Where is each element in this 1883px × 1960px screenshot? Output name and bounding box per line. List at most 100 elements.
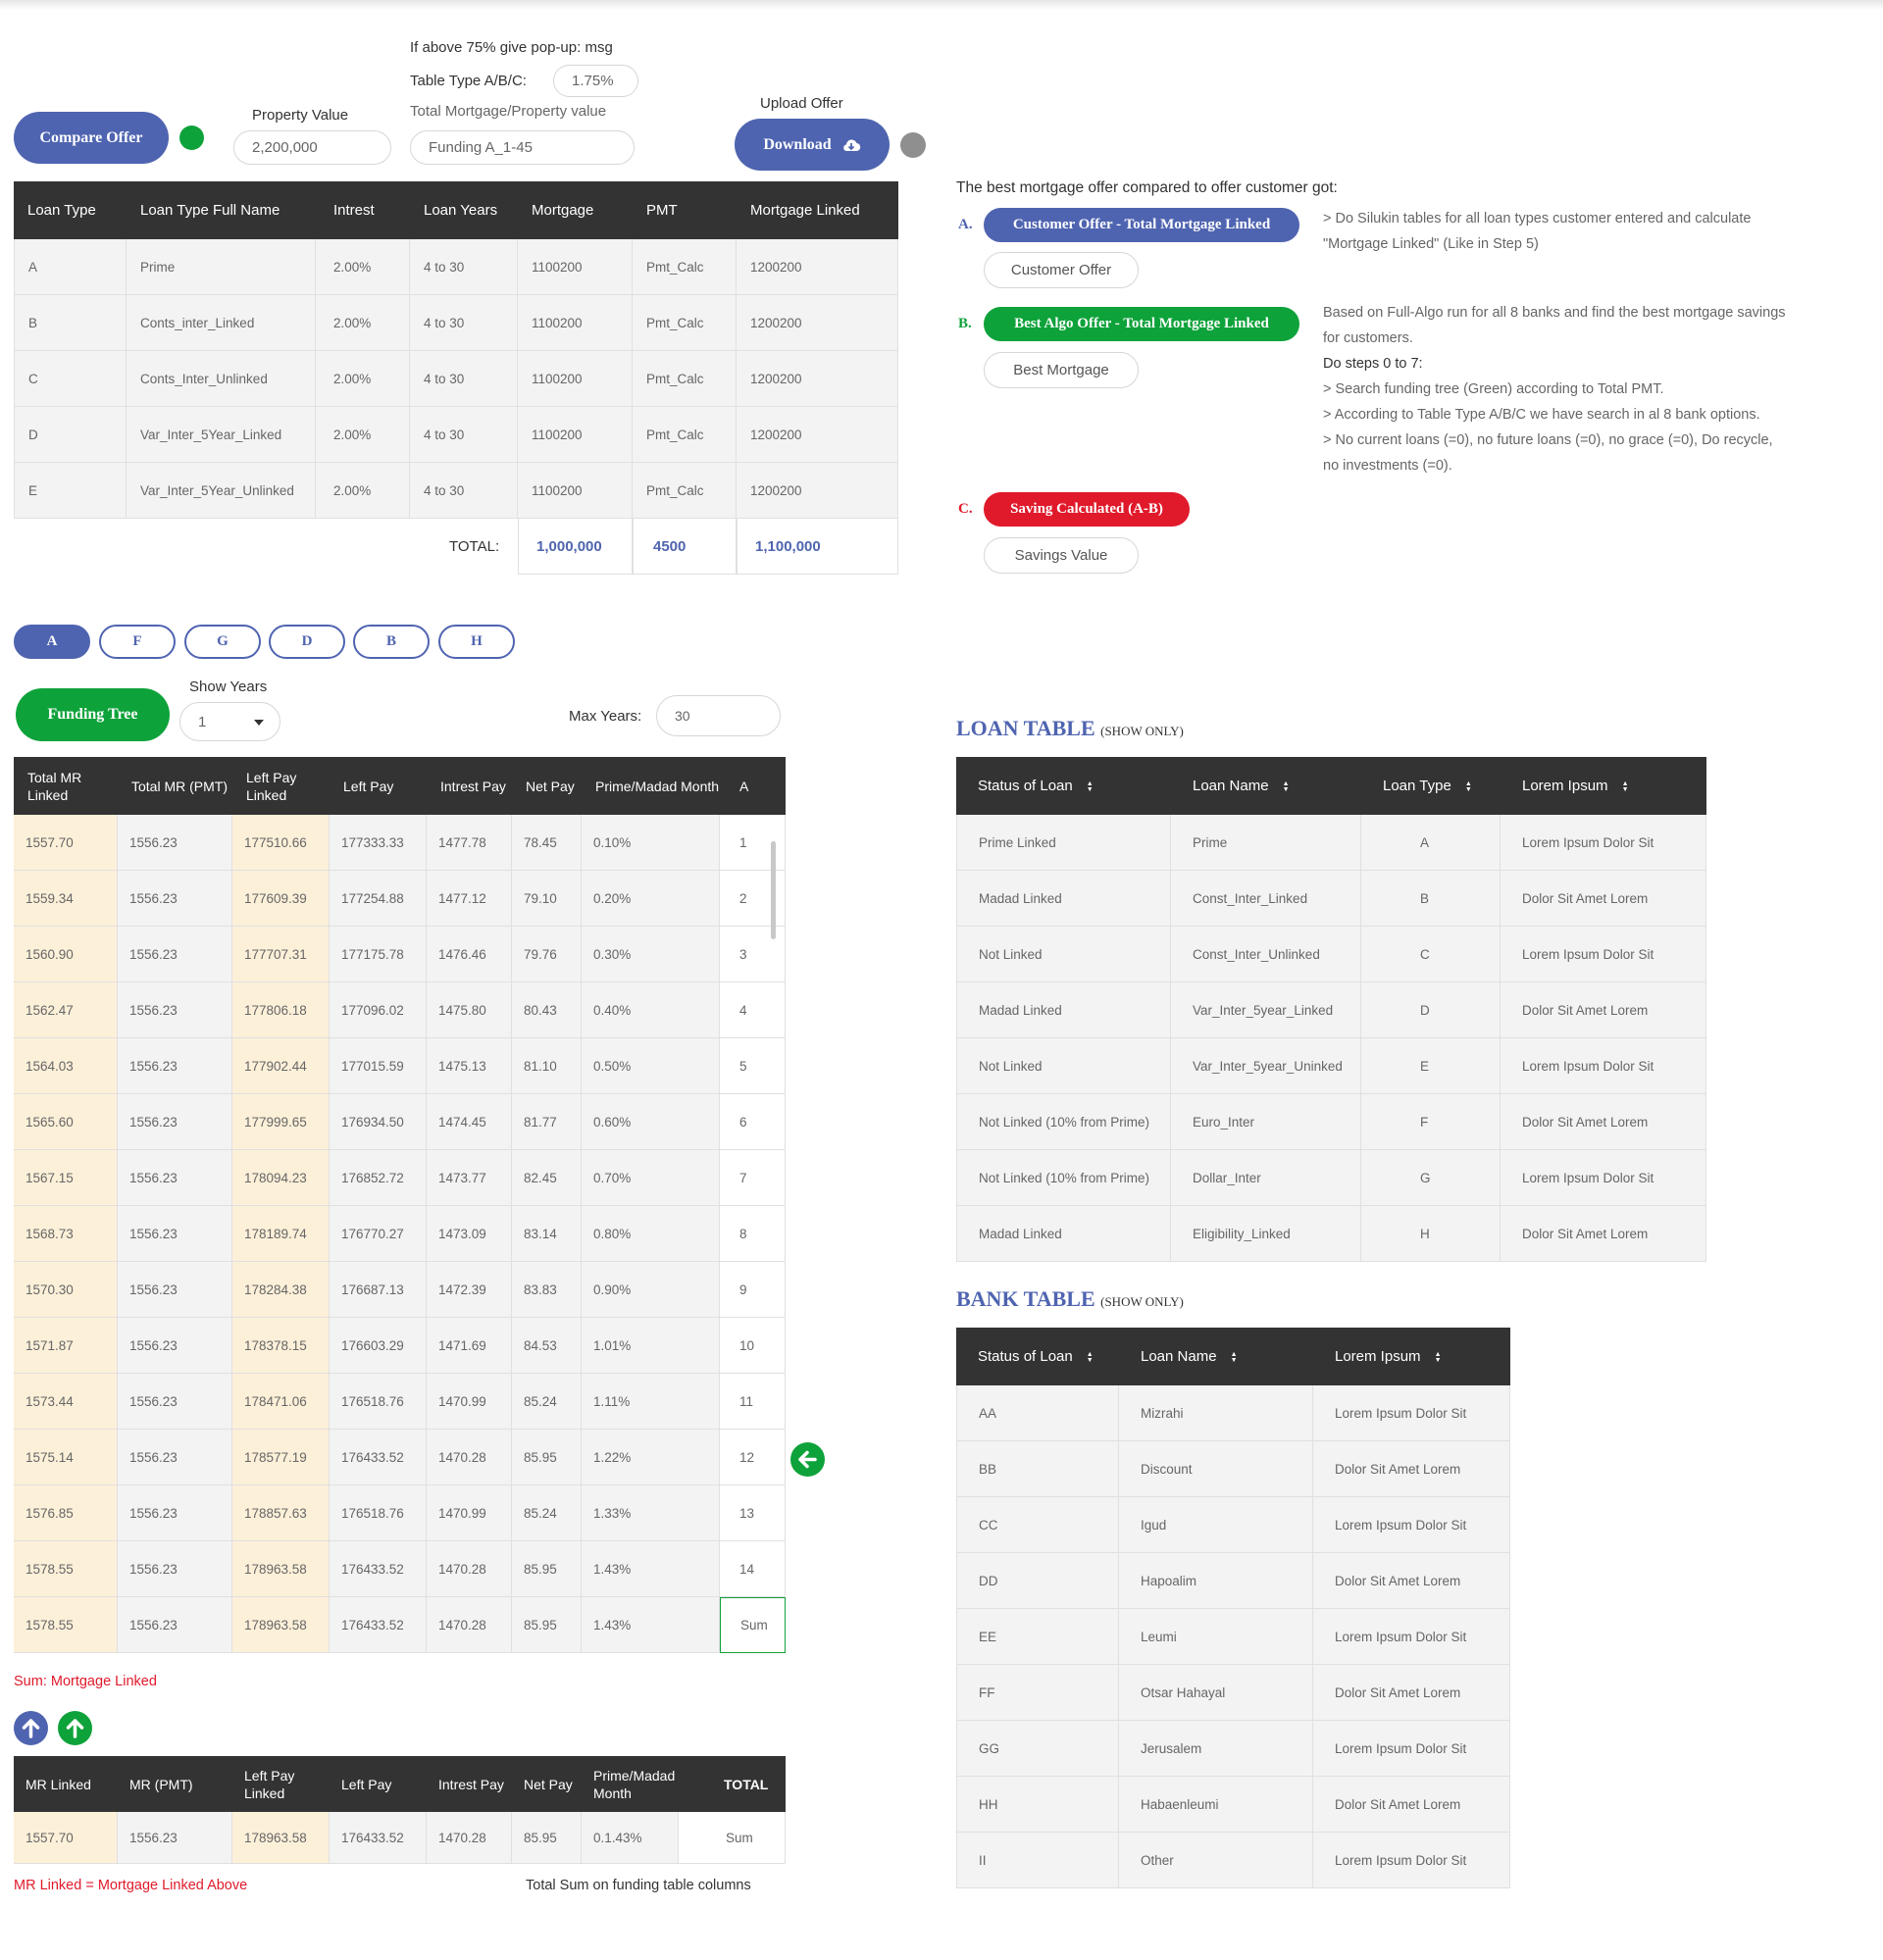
loan-table-row: Madad Linked Var_Inter_5year_Linked D Dolor… bbox=[956, 982, 1706, 1038]
funding-cell: 0.90% bbox=[582, 1262, 720, 1318]
download-button[interactable]: Download bbox=[735, 119, 890, 171]
loan-table-cell: Dolor Sit Amet Lorem bbox=[1501, 982, 1706, 1038]
table-type-field[interactable]: 1.75% bbox=[553, 65, 638, 97]
loan-main-cell: Pmt_Calc bbox=[633, 239, 737, 295]
best-mortgage-field[interactable]: Best Mortgage bbox=[984, 352, 1139, 388]
customer-offer-button[interactable]: Customer Offer - Total Mortgage Linked bbox=[984, 208, 1299, 242]
funding-cell: 1.33% bbox=[582, 1485, 720, 1541]
loan-table-cell: A bbox=[1361, 815, 1501, 871]
loan-table-cell: Lorem Ipsum Dolor Sit bbox=[1501, 1038, 1706, 1094]
funding-cell: 0.80% bbox=[582, 1206, 720, 1262]
tab-a[interactable]: A bbox=[14, 625, 90, 659]
funding-cell: 178284.38 bbox=[232, 1262, 330, 1318]
arrow-up-icon-blue[interactable] bbox=[14, 1711, 48, 1745]
loan-table-header-cell[interactable]: Lorem Ipsum ▲▼ bbox=[1501, 757, 1706, 815]
tab-b[interactable]: B bbox=[353, 625, 430, 659]
customer-offer-field[interactable]: Customer Offer bbox=[984, 252, 1139, 288]
loan-main-cell: A bbox=[14, 239, 127, 295]
bank-table-header-cell[interactable]: Status of Loan ▲▼ bbox=[956, 1328, 1119, 1385]
loan-main-cell: Pmt_Calc bbox=[633, 463, 737, 519]
funding-cell: 178378.15 bbox=[232, 1318, 330, 1374]
funding-cell: 1557.70 bbox=[14, 815, 118, 871]
loan-table-row: Not Linked Var_Inter_5year_Uninked E Lorem … bbox=[956, 1038, 1706, 1094]
saving-calculated-button[interactable]: Saving Calculated (A-B) bbox=[984, 492, 1190, 527]
savings-value-field[interactable]: Savings Value bbox=[984, 537, 1139, 574]
bank-table-header-cell[interactable]: Lorem Ipsum ▲▼ bbox=[1313, 1328, 1510, 1385]
funding-cell: 1565.60 bbox=[14, 1094, 118, 1150]
loan-main-cell: 1200200 bbox=[737, 295, 898, 351]
funding-cell: 1556.23 bbox=[118, 1206, 232, 1262]
summary-cell: 1557.70 bbox=[14, 1812, 118, 1864]
loan-main-cell: 1100200 bbox=[518, 463, 633, 519]
funding-cell: 178963.58 bbox=[232, 1597, 330, 1653]
funding-cell: 176433.52 bbox=[330, 1430, 427, 1485]
bank-table-row: BB Discount Dolor Sit Amet Lorem bbox=[956, 1441, 1510, 1497]
funding-cell: 177707.31 bbox=[232, 927, 330, 982]
funding-cell: 5 bbox=[720, 1038, 786, 1094]
funding-row: 1568.73 1556.23 178189.74 176770.27 1473.09 8… bbox=[14, 1206, 786, 1262]
loan-main-cell: Conts_inter_Linked bbox=[127, 295, 316, 351]
funding-cell: 83.14 bbox=[512, 1206, 582, 1262]
bank-table-header-cell[interactable]: Loan Name ▲▼ bbox=[1119, 1328, 1313, 1385]
loan-table-cell: Var_Inter_5year_Uninked bbox=[1171, 1038, 1361, 1094]
tab-h[interactable]: H bbox=[438, 625, 515, 659]
offer-b-note-5: > According to Table Type A/B/C we have … bbox=[1323, 407, 1760, 423]
tab-f[interactable]: F bbox=[99, 625, 176, 659]
bank-table-row: II Other Lorem Ipsum Dolor Sit bbox=[956, 1833, 1510, 1888]
loan-table-header-cell[interactable]: Loan Type ▲▼ bbox=[1361, 757, 1501, 815]
loan-table-cell: Dolor Sit Amet Lorem bbox=[1501, 1094, 1706, 1150]
offer-c-letter: C. bbox=[958, 501, 973, 517]
status-dot-green bbox=[179, 126, 204, 150]
summary-header-cell: Left Pay bbox=[341, 1776, 392, 1792]
compare-offer-button[interactable]: Compare Offer bbox=[14, 112, 169, 164]
loan-table-header-cell[interactable]: Status of Loan ▲▼ bbox=[956, 757, 1171, 815]
property-value-field[interactable]: 2,200,000 bbox=[233, 130, 391, 165]
funding-table-scrollbar[interactable] bbox=[771, 841, 776, 939]
loan-table-header-row: Status of Loan ▲▼ Loan Name ▲▼ Loan Type ▲▼ Lo… bbox=[956, 757, 1706, 815]
show-years-select[interactable]: 1 bbox=[179, 702, 280, 741]
loan-table-cell: Not Linked (10% from Prime) bbox=[956, 1094, 1171, 1150]
loan-table-header-label: Loan Name bbox=[1193, 777, 1269, 794]
arrow-left-icon[interactable] bbox=[790, 1442, 825, 1477]
loan-main-cell: 2.00% bbox=[316, 407, 410, 463]
funding-cell: 178857.63 bbox=[232, 1485, 330, 1541]
loan-table-cell: B bbox=[1361, 871, 1501, 927]
funding-header-cell: A bbox=[739, 778, 749, 794]
loan-table-header-label: Status of Loan bbox=[978, 777, 1073, 794]
funding-tree-button[interactable]: Funding Tree bbox=[16, 688, 170, 741]
offer-b-note-1: Based on Full-Algo run for all 8 banks a… bbox=[1323, 305, 1786, 321]
summary-header-cell: Prime/Madad Month bbox=[593, 1767, 676, 1801]
funding-cell: 178094.23 bbox=[232, 1150, 330, 1206]
funding-cell: 0.20% bbox=[582, 871, 720, 927]
funding-field[interactable]: Funding A_1-45 bbox=[410, 130, 635, 165]
max-years-field[interactable]: 30 bbox=[656, 695, 781, 736]
funding-cell: 13 bbox=[720, 1485, 786, 1541]
funding-cell: 1470.28 bbox=[427, 1430, 512, 1485]
funding-cell: 1.01% bbox=[582, 1318, 720, 1374]
tab-g[interactable]: G bbox=[184, 625, 261, 659]
tab-d[interactable]: D bbox=[269, 625, 345, 659]
summary-header-cell: Left Pay Linked bbox=[244, 1767, 295, 1801]
loan-table-title-text: LOAN TABLE bbox=[956, 716, 1095, 740]
funding-cell: 1556.23 bbox=[118, 1597, 232, 1653]
bank-table-cell: GG bbox=[956, 1721, 1119, 1777]
funding-cell: 177096.02 bbox=[330, 982, 427, 1038]
loan-table-header-cell[interactable]: Loan Name ▲▼ bbox=[1171, 757, 1361, 815]
funding-cell: 1475.80 bbox=[427, 982, 512, 1038]
loan-table-subtitle: (SHOW ONLY) bbox=[1100, 724, 1184, 738]
bank-table-cell: II bbox=[956, 1833, 1119, 1888]
funding-cell: 176603.29 bbox=[330, 1318, 427, 1374]
best-algo-offer-button[interactable]: Best Algo Offer - Total Mortgage Linked bbox=[984, 307, 1299, 341]
bank-table-header-label: Loan Name bbox=[1141, 1347, 1217, 1365]
download-label: Download bbox=[763, 135, 832, 153]
funding-cell: 1567.15 bbox=[14, 1150, 118, 1206]
bank-table-cell: DD bbox=[956, 1553, 1119, 1609]
arrow-up-icon-green[interactable] bbox=[58, 1711, 92, 1745]
loan-main-header-cell: Loan Type bbox=[27, 201, 96, 219]
bank-table-row: GG Jerusalem Lorem Ipsum Dolor Sit bbox=[956, 1721, 1510, 1777]
summary-cell: 85.95 bbox=[512, 1812, 582, 1864]
funding-cell: 1477.78 bbox=[427, 815, 512, 871]
loan-main-header-row: Loan Type Loan Type Full Name Intrest Loan … bbox=[14, 181, 898, 239]
funding-row: 1571.87 1556.23 178378.15 176603.29 1471.69 8… bbox=[14, 1318, 786, 1374]
loan-table-row: Madad Linked Eligibility_Linked H Dolor Sit… bbox=[956, 1206, 1706, 1262]
